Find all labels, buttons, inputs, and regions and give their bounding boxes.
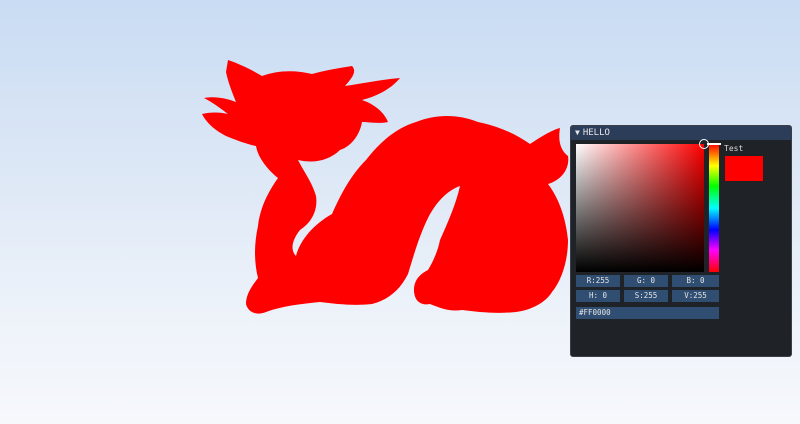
- hue-input[interactable]: H: 0: [576, 290, 620, 302]
- value-input[interactable]: V:255: [672, 290, 719, 302]
- saturation-input[interactable]: S:255: [624, 290, 668, 302]
- hue-marker[interactable]: [707, 143, 721, 145]
- green-input[interactable]: G: 0: [624, 275, 668, 287]
- blue-input[interactable]: B: 0: [672, 275, 719, 287]
- color-picker-window[interactable]: ▼ HELLO Test R:255 G: 0 B: 0 H: 0 S:255 …: [570, 125, 792, 357]
- color-preview-swatch[interactable]: [724, 155, 764, 182]
- hex-input[interactable]: #FF0000: [576, 307, 719, 319]
- saturation-value-square[interactable]: [576, 139, 709, 272]
- red-input[interactable]: R:255: [576, 275, 620, 287]
- triangle-down-icon[interactable]: ▼: [575, 126, 580, 140]
- hue-bar[interactable]: [707, 143, 721, 272]
- color-label: Test: [724, 144, 744, 153]
- window-title-bar[interactable]: ▼ HELLO: [571, 126, 791, 140]
- window-title: HELLO: [582, 128, 610, 138]
